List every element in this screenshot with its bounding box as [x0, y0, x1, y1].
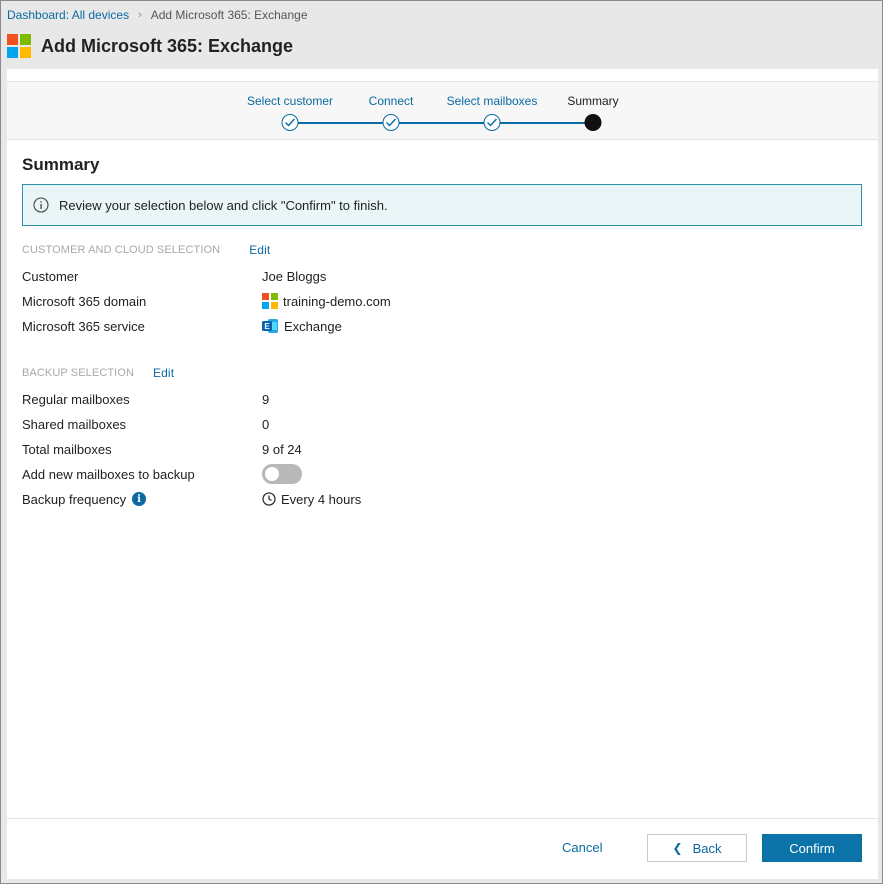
add-new-mailboxes-toggle[interactable] [262, 464, 302, 484]
info-circle-icon [33, 197, 49, 213]
page-title: Add Microsoft 365: Exchange [41, 35, 294, 56]
footer-divider [7, 818, 878, 819]
service-label: Microsoft 365 service [22, 318, 145, 334]
backup-edit-link[interactable]: Edit [153, 366, 174, 380]
confirm-button[interactable]: Confirm [762, 834, 862, 862]
add-new-mailboxes-label: Add new mailboxes to backup [22, 466, 195, 482]
breadcrumb-link-dashboard[interactable]: Dashboard: All devices [7, 8, 129, 22]
title-row: Add Microsoft 365: Exchange [7, 34, 293, 58]
step-label-select-customer[interactable]: Select customer [247, 94, 333, 108]
step-label-select-mailboxes[interactable]: Select mailboxes [447, 94, 538, 108]
step-check-icon[interactable] [281, 114, 299, 131]
domain-label: Microsoft 365 domain [22, 293, 147, 309]
service-value: Exchange [284, 318, 342, 334]
step-label-summary: Summary [567, 94, 619, 108]
total-mailboxes-value: 9 of 24 [262, 441, 302, 457]
backup-frequency-value-row: Every 4 hours [262, 490, 361, 508]
customer-section-title: CUSTOMER AND CLOUD SELECTION [22, 244, 221, 256]
breadcrumb-current: Add Microsoft 365: Exchange [150, 8, 308, 22]
service-value-row: E Exchange [262, 317, 342, 335]
content-panel: Select customer Connect Select mailboxes… [7, 69, 878, 879]
shared-mailboxes-label: Shared mailboxes [22, 416, 127, 432]
customer-edit-link[interactable]: Edit [249, 243, 270, 257]
exchange-icon: E [262, 319, 278, 333]
customer-value: Joe Bloggs [262, 268, 327, 284]
step-current-dot [584, 114, 602, 131]
stepper-track [290, 122, 593, 124]
backup-section-header: BACKUP SELECTION Edit [22, 366, 174, 380]
regular-mailboxes-value: 9 [262, 391, 270, 407]
svg-text:E: E [264, 322, 270, 331]
customer-label: Customer [22, 268, 79, 284]
shared-mailboxes-value: 0 [262, 416, 270, 432]
regular-mailboxes-label: Regular mailboxes [22, 391, 130, 407]
total-mailboxes-label: Total mailboxes [22, 441, 112, 457]
info-filled-icon[interactable]: i [132, 492, 147, 506]
customer-section-header: CUSTOMER AND CLOUD SELECTION Edit [22, 243, 270, 257]
cancel-button[interactable]: Cancel [562, 840, 602, 855]
back-button-label: Back [692, 840, 722, 856]
step-check-icon[interactable] [483, 114, 501, 131]
breadcrumb-separator-icon: › [138, 9, 142, 21]
microsoft-logo-icon [262, 293, 278, 309]
clock-icon [262, 492, 276, 506]
backup-frequency-value: Every 4 hours [281, 491, 362, 507]
step-check-icon[interactable] [382, 114, 400, 131]
backup-frequency-label-row: Backup frequency i [22, 490, 147, 508]
stepper: Select customer Connect Select mailboxes… [7, 81, 878, 140]
step-label-connect[interactable]: Connect [369, 94, 414, 108]
domain-value: training-demo.com [283, 293, 391, 309]
info-banner: Review your selection below and click "C… [22, 184, 862, 226]
breadcrumb: Dashboard: All devices › Add Microsoft 3… [7, 8, 308, 22]
backup-frequency-label: Backup frequency [22, 491, 127, 507]
info-message: Review your selection below and click "C… [59, 197, 388, 213]
toggle-knob [265, 467, 279, 481]
microsoft-logo-icon [7, 34, 31, 58]
chevron-left-icon: ❮ [672, 841, 683, 855]
window-frame: Dashboard: All devices › Add Microsoft 3… [0, 0, 883, 884]
backup-section-title: BACKUP SELECTION [22, 367, 135, 379]
back-button[interactable]: ❮ Back [647, 834, 747, 862]
summary-heading: Summary [22, 155, 100, 174]
domain-value-row: training-demo.com [262, 292, 391, 310]
